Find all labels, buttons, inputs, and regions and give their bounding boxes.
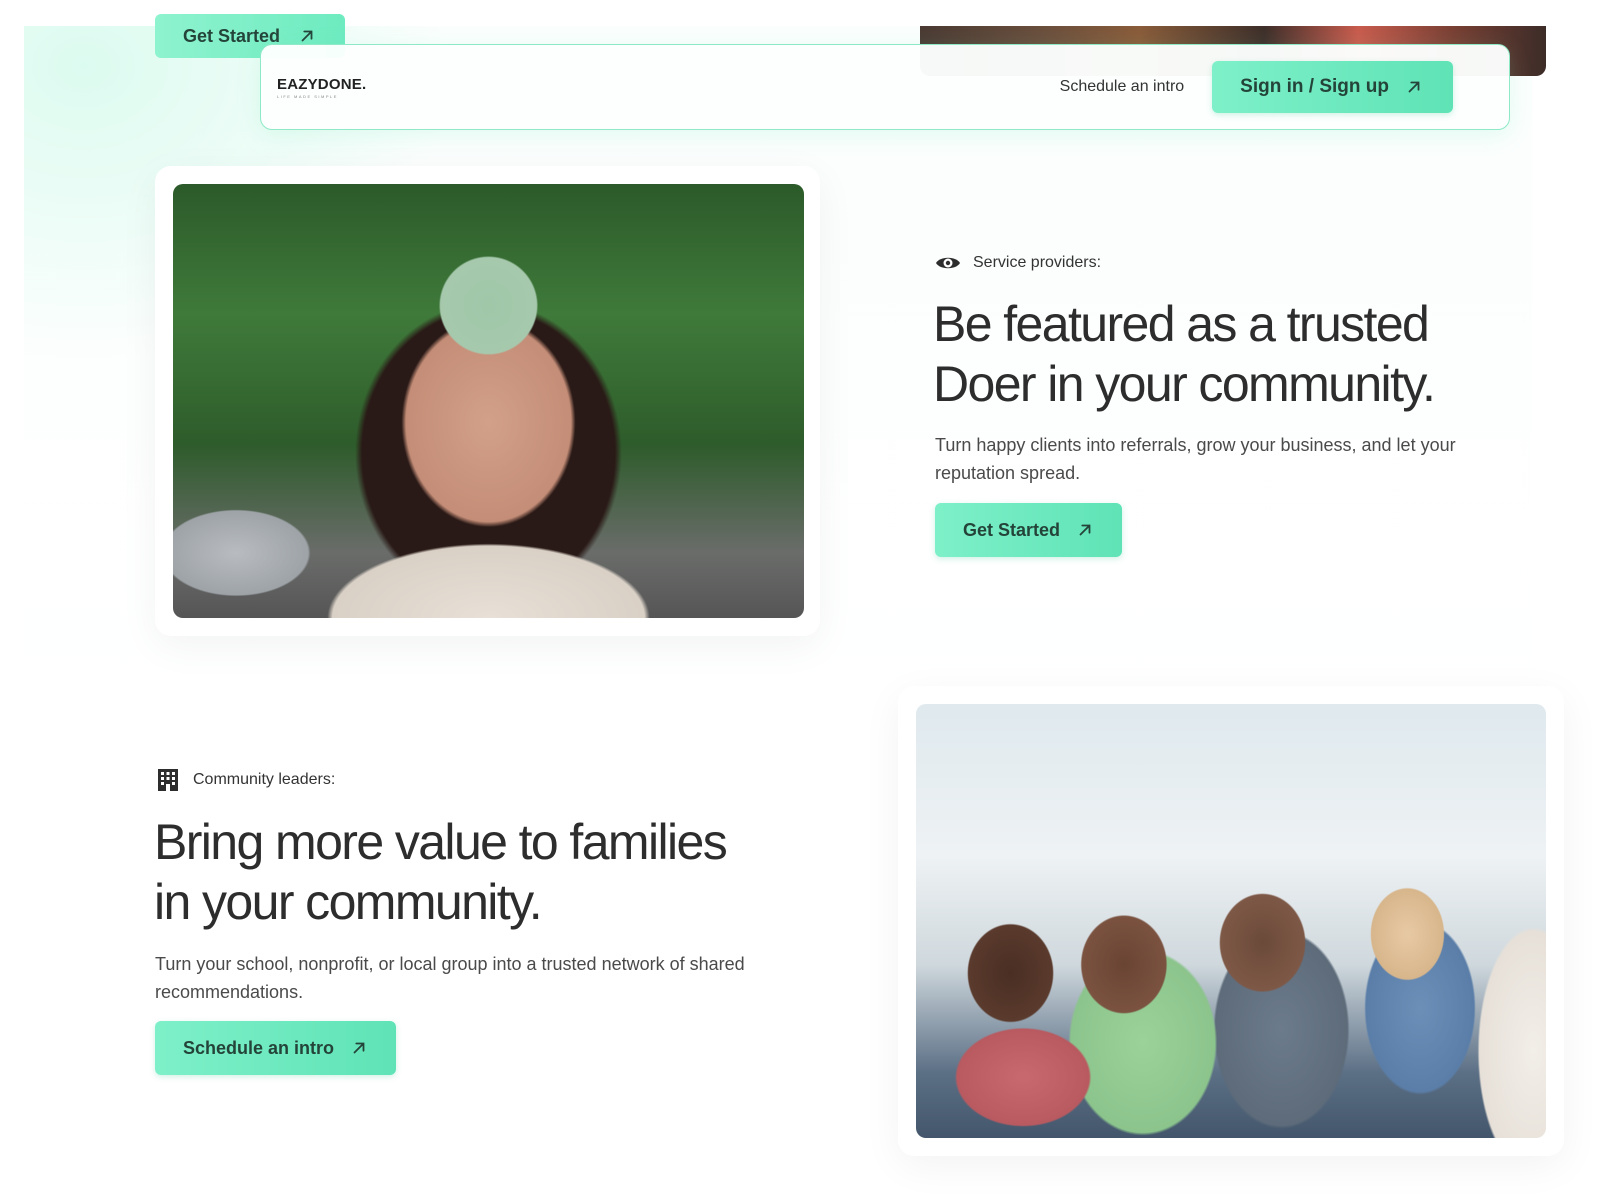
signin-signup-button[interactable]: Sign in / Sign up [1212, 61, 1453, 113]
arrow-up-right-icon [1405, 78, 1423, 96]
navbar: EAZYDONE. LIFE MADE SIMPLE Schedule an i… [260, 44, 1510, 130]
leaders-label: Community leaders: [155, 767, 335, 793]
providers-get-started-button[interactable]: Get Started [935, 503, 1123, 557]
logo[interactable]: EAZYDONE. LIFE MADE SIMPLE [277, 76, 366, 99]
providers-headline: Be featured as a trusted Doer in your co… [933, 294, 1553, 414]
children-classroom-photo [916, 704, 1546, 1138]
arrow-up-right-icon [298, 27, 316, 45]
logo-text: EAZYDONE. [277, 75, 367, 93]
providers-label-text: Service providers: [973, 254, 1102, 271]
arrow-up-right-icon [350, 1039, 368, 1057]
building-icon [155, 767, 181, 793]
leaders-headline: Bring more value to families in your com… [154, 812, 794, 932]
providers-get-started-label: Get Started [963, 519, 1061, 540]
arrow-up-right-icon [1076, 521, 1094, 539]
leaders-schedule-intro-label: Schedule an intro [183, 1037, 335, 1058]
logo-tagline: LIFE MADE SIMPLE [277, 93, 338, 99]
provider-photo [173, 184, 804, 618]
signin-signup-label: Sign in / Sign up [1240, 76, 1389, 97]
schedule-intro-link[interactable]: Schedule an intro [1060, 78, 1185, 96]
providers-headline-line1: Be featured as a trusted [933, 296, 1430, 352]
providers-label: Service providers: [935, 250, 1101, 276]
providers-body: Turn happy clients into referrals, grow … [935, 435, 1456, 483]
leaders-headline-line2: in your community. [154, 874, 543, 930]
leaders-schedule-intro-button[interactable]: Schedule an intro [155, 1021, 397, 1075]
leaders-body: Turn your school, nonprofit, or local gr… [155, 954, 745, 1002]
eye-icon [935, 250, 961, 276]
leaders-headline-line1: Bring more value to families [154, 814, 728, 870]
leaders-label-text: Community leaders: [193, 771, 336, 788]
providers-headline-line2: Doer in your community. [933, 356, 1436, 412]
top-get-started-label: Get Started [183, 25, 281, 46]
